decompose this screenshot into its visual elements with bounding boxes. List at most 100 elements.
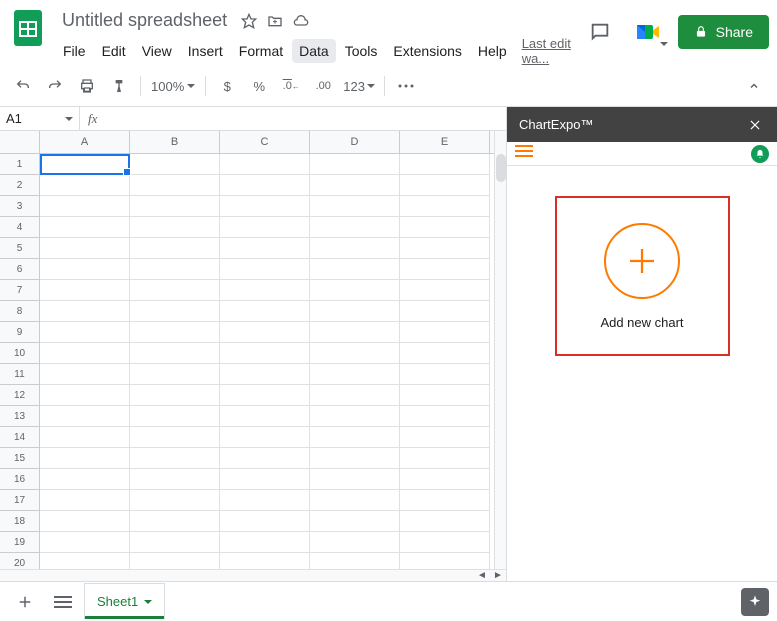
cell[interactable] xyxy=(400,385,490,406)
cell[interactable] xyxy=(220,238,310,259)
row-header[interactable]: 2 xyxy=(0,175,40,196)
cell[interactable] xyxy=(130,301,220,322)
cell[interactable] xyxy=(40,322,130,343)
cell[interactable] xyxy=(220,490,310,511)
share-button[interactable]: Share xyxy=(678,15,769,49)
cell[interactable] xyxy=(130,469,220,490)
menu-extensions[interactable]: Extensions xyxy=(386,39,468,63)
cell[interactable] xyxy=(130,154,220,175)
scroll-left-icon[interactable]: ◄ xyxy=(474,570,490,581)
cell[interactable] xyxy=(220,553,310,569)
currency-button[interactable]: $ xyxy=(212,71,242,101)
cell[interactable] xyxy=(130,511,220,532)
cell[interactable] xyxy=(400,280,490,301)
cell[interactable] xyxy=(40,532,130,553)
menu-insert[interactable]: Insert xyxy=(181,39,230,63)
cell[interactable] xyxy=(310,532,400,553)
cell[interactable] xyxy=(220,280,310,301)
cell[interactable] xyxy=(40,217,130,238)
cell[interactable] xyxy=(400,364,490,385)
cell[interactable] xyxy=(130,406,220,427)
zoom-dropdown[interactable]: 100% xyxy=(147,79,199,94)
menu-edit[interactable]: Edit xyxy=(95,39,133,63)
cell[interactable] xyxy=(40,469,130,490)
row-header[interactable]: 13 xyxy=(0,406,40,427)
redo-button[interactable] xyxy=(40,71,70,101)
cell[interactable] xyxy=(400,154,490,175)
row-header[interactable]: 11 xyxy=(0,364,40,385)
add-sheet-button[interactable] xyxy=(8,587,42,617)
increase-decimal-button[interactable]: .00 xyxy=(308,71,338,101)
cell[interactable] xyxy=(40,259,130,280)
cell[interactable] xyxy=(130,448,220,469)
cell[interactable] xyxy=(400,175,490,196)
row-header[interactable]: 7 xyxy=(0,280,40,301)
cell[interactable] xyxy=(310,553,400,569)
cell[interactable] xyxy=(40,490,130,511)
cell[interactable] xyxy=(40,364,130,385)
cell[interactable] xyxy=(310,322,400,343)
cell[interactable] xyxy=(40,175,130,196)
cell[interactable] xyxy=(310,406,400,427)
cell[interactable] xyxy=(310,175,400,196)
cell[interactable] xyxy=(40,406,130,427)
cell[interactable] xyxy=(130,322,220,343)
cell[interactable] xyxy=(400,427,490,448)
cell[interactable] xyxy=(400,532,490,553)
cell[interactable] xyxy=(130,175,220,196)
percent-button[interactable]: % xyxy=(244,71,274,101)
cell[interactable] xyxy=(220,364,310,385)
col-header[interactable]: D xyxy=(310,131,400,153)
cell[interactable] xyxy=(40,238,130,259)
cell[interactable] xyxy=(40,343,130,364)
cell[interactable] xyxy=(40,448,130,469)
comments-button[interactable] xyxy=(582,14,618,50)
paint-format-button[interactable] xyxy=(104,71,134,101)
row-header[interactable]: 8 xyxy=(0,301,40,322)
row-header[interactable]: 6 xyxy=(0,259,40,280)
row-header[interactable]: 15 xyxy=(0,448,40,469)
cell[interactable] xyxy=(310,154,400,175)
cell[interactable] xyxy=(310,196,400,217)
cell[interactable] xyxy=(310,343,400,364)
cell[interactable] xyxy=(400,196,490,217)
meet-button[interactable] xyxy=(630,14,666,50)
cell[interactable] xyxy=(130,217,220,238)
row-header[interactable]: 16 xyxy=(0,469,40,490)
row-header[interactable]: 1 xyxy=(0,154,40,175)
cell[interactable] xyxy=(40,511,130,532)
cell[interactable] xyxy=(220,343,310,364)
cell[interactable] xyxy=(400,301,490,322)
cell[interactable] xyxy=(220,154,310,175)
cell[interactable] xyxy=(310,280,400,301)
decrease-decimal-button[interactable]: .0← xyxy=(276,71,306,101)
collapse-toolbar-button[interactable] xyxy=(739,71,769,101)
menu-icon[interactable] xyxy=(515,144,533,163)
cell[interactable] xyxy=(310,469,400,490)
row-header[interactable]: 5 xyxy=(0,238,40,259)
select-all-corner[interactable] xyxy=(0,131,40,153)
print-button[interactable] xyxy=(72,71,102,101)
cell[interactable] xyxy=(130,553,220,569)
cell[interactable] xyxy=(220,427,310,448)
last-edit-link[interactable]: Last edit wa... xyxy=(522,36,574,66)
col-header[interactable]: B xyxy=(130,131,220,153)
row-header[interactable]: 20 xyxy=(0,553,40,569)
doc-title[interactable]: Untitled spreadsheet xyxy=(56,8,233,33)
sheet-tab[interactable]: Sheet1 xyxy=(84,583,165,619)
cell[interactable] xyxy=(400,448,490,469)
cell[interactable] xyxy=(40,154,130,175)
explore-button[interactable] xyxy=(741,588,769,616)
cell[interactable] xyxy=(220,406,310,427)
formula-input[interactable] xyxy=(105,107,506,130)
cloud-status-icon[interactable] xyxy=(291,11,311,31)
cell[interactable] xyxy=(400,406,490,427)
menu-file[interactable]: File xyxy=(56,39,93,63)
cell[interactable] xyxy=(220,385,310,406)
star-icon[interactable] xyxy=(239,11,259,31)
undo-button[interactable] xyxy=(8,71,38,101)
sheets-logo[interactable] xyxy=(8,8,48,48)
cell[interactable] xyxy=(40,427,130,448)
cell[interactable] xyxy=(310,448,400,469)
cell[interactable] xyxy=(220,175,310,196)
